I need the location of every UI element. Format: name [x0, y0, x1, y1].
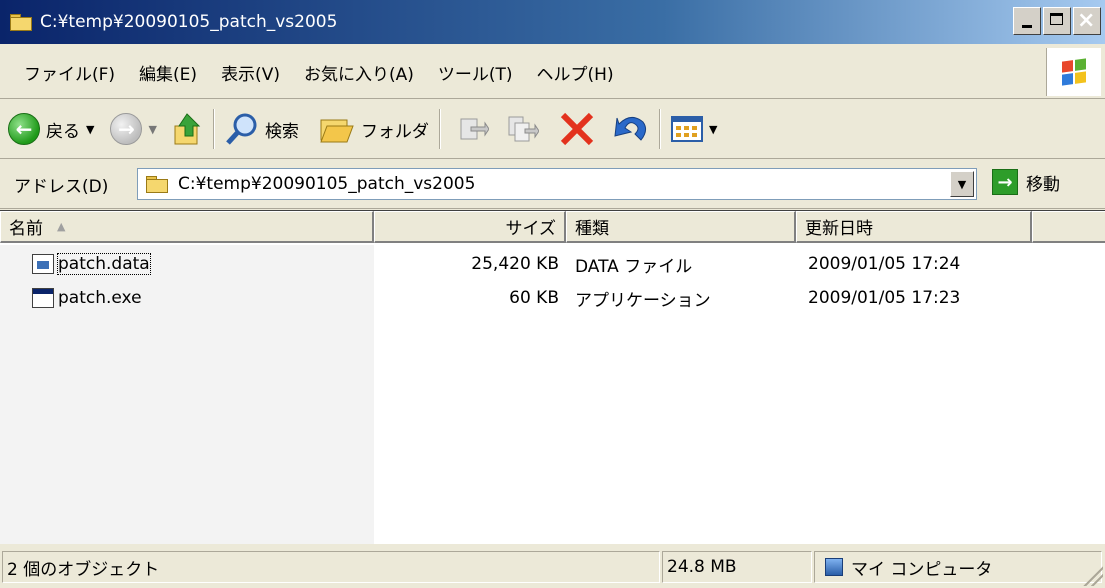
menu-bar: ファイル(F) 編集(E) 表示(V) お気に入り(A) ツール(T) ヘルプ(…: [0, 46, 1105, 99]
menu-favorites[interactable]: お気に入り(A): [304, 60, 414, 85]
copy-to-button[interactable]: [507, 106, 539, 152]
go-label: 移動: [1026, 174, 1060, 195]
undo-icon: [614, 117, 646, 141]
folders-icon: [320, 119, 354, 143]
minimize-button[interactable]: [1013, 7, 1041, 35]
column-header-name[interactable]: 名前 ▲: [0, 211, 374, 243]
column-header-size[interactable]: サイズ: [374, 211, 566, 243]
folders-label: フォルダ: [360, 121, 429, 142]
status-location: マイ コンピュータ: [814, 551, 1102, 583]
file-list[interactable]: 名前 ▲ サイズ 種類 更新日時 patch.data 25,420 KB DA…: [0, 210, 1105, 544]
file-type: DATA ファイル: [575, 256, 693, 277]
status-objects: 2 個のオブジェクト: [2, 551, 660, 583]
title-bar[interactable]: C:¥temp¥20090105_patch_vs2005 ×: [0, 0, 1105, 44]
folder-icon: [10, 14, 32, 31]
search-label: 検索: [264, 121, 299, 142]
menu-file[interactable]: ファイル(F): [24, 60, 115, 85]
back-arrow-icon: ←: [8, 113, 40, 145]
close-button[interactable]: ×: [1073, 7, 1101, 35]
views-icon: [670, 116, 703, 142]
file-size: 60 KB: [509, 288, 559, 308]
search-icon: [226, 113, 257, 145]
close-icon: ×: [1077, 8, 1096, 33]
forward-button[interactable]: → ▼: [110, 106, 157, 152]
status-objects-text: 2 個のオブジェクト: [7, 559, 160, 580]
explorer-window: C:¥temp¥20090105_patch_vs2005 × ファイル(F) …: [0, 0, 1105, 588]
search-button[interactable]: 検索: [225, 106, 299, 152]
chevron-down-icon: ▼: [957, 177, 967, 191]
back-label: 戻る: [46, 121, 80, 142]
table-row[interactable]: patch.data 25,420 KB DATA ファイル 2009/01/0…: [0, 249, 1105, 279]
address-dropdown-button[interactable]: ▼: [950, 171, 974, 197]
column-modified-label: 更新日時: [805, 219, 873, 239]
maximize-button[interactable]: [1043, 7, 1071, 35]
my-computer-icon: [825, 558, 843, 576]
go-button[interactable]: → 移動: [992, 169, 1060, 195]
column-header-extra: [1032, 211, 1105, 243]
menu-tools[interactable]: ツール(T): [438, 60, 513, 85]
copy-to-icon: [508, 116, 539, 142]
toolbar-separator: [658, 109, 661, 149]
exe-icon: [32, 288, 54, 308]
views-button[interactable]: ▼: [670, 106, 717, 152]
file-name[interactable]: patch.data: [57, 253, 151, 275]
window-title: C:¥temp¥20090105_patch_vs2005: [40, 12, 338, 32]
move-to-icon: [460, 118, 489, 140]
delete-button[interactable]: [559, 106, 595, 152]
menu-view[interactable]: 表示(V): [221, 60, 280, 85]
status-bar: 2 個のオブジェクト 24.8 MB マイ コンピュータ: [0, 546, 1105, 588]
resize-grip[interactable]: [1081, 564, 1103, 586]
up-folder-button[interactable]: [173, 106, 203, 152]
forward-dropdown-icon[interactable]: ▼: [148, 123, 156, 136]
toolbar: ← 戻る ▼ → ▼ 検索 フォルダ ▼: [0, 100, 1105, 159]
move-to-button[interactable]: [457, 106, 489, 152]
up-folder-icon: [174, 113, 201, 145]
status-size-text: 24.8 MB: [667, 557, 737, 577]
sort-ascending-icon: ▲: [57, 220, 66, 233]
column-header-modified[interactable]: 更新日時: [796, 211, 1032, 243]
folders-button[interactable]: フォルダ: [319, 106, 429, 152]
toolbar-separator: [212, 109, 215, 149]
back-button[interactable]: ← 戻る ▼: [8, 106, 94, 152]
views-dropdown-icon[interactable]: ▼: [709, 123, 717, 136]
column-size-label: サイズ: [505, 219, 557, 239]
file-modified: 2009/01/05 17:24: [808, 254, 961, 274]
menu-help[interactable]: ヘルプ(H): [537, 60, 614, 85]
caption-buttons: ×: [1013, 7, 1101, 35]
data-file-icon: [32, 254, 54, 274]
file-type: アプリケーション: [575, 290, 711, 311]
undo-button[interactable]: [613, 106, 649, 152]
toolbar-separator: [438, 109, 441, 149]
windows-logo-icon: [1046, 48, 1101, 96]
column-type-label: 種類: [575, 219, 609, 239]
back-dropdown-icon[interactable]: ▼: [86, 123, 94, 136]
status-size: 24.8 MB: [662, 551, 812, 583]
table-row[interactable]: patch.exe 60 KB アプリケーション 2009/01/05 17:2…: [0, 283, 1105, 313]
delete-icon: [560, 112, 594, 146]
address-bar: アドレス(D) C:¥temp¥20090105_patch_vs2005 ▼ …: [0, 160, 1105, 209]
go-arrow-icon: →: [992, 169, 1018, 195]
address-input[interactable]: C:¥temp¥20090105_patch_vs2005 ▼: [137, 168, 977, 200]
address-value: C:¥temp¥20090105_patch_vs2005: [178, 174, 476, 194]
column-header-row: 名前 ▲ サイズ 種類 更新日時: [0, 211, 1105, 243]
folder-icon: [146, 176, 168, 193]
menu-edit[interactable]: 編集(E): [139, 60, 197, 85]
address-label: アドレス(D): [14, 176, 109, 197]
column-name-label: 名前: [9, 219, 43, 239]
file-name[interactable]: patch.exe: [58, 288, 142, 308]
file-modified: 2009/01/05 17:23: [808, 288, 961, 308]
status-location-text: マイ コンピュータ: [851, 559, 993, 580]
forward-arrow-icon: →: [110, 113, 143, 145]
file-size: 25,420 KB: [471, 254, 559, 274]
column-header-type[interactable]: 種類: [566, 211, 796, 243]
